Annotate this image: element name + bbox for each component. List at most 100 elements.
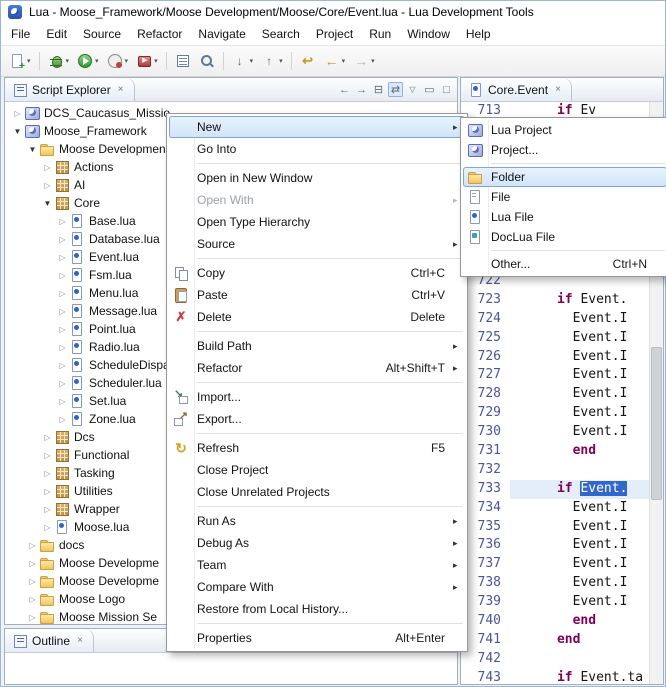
menu-source[interactable]: Source [75, 24, 129, 44]
code-line-729[interactable]: 729Event.I [461, 404, 663, 423]
forward-icon[interactable]: → [354, 82, 369, 97]
menu-item-lua-project[interactable]: Lua Project [463, 120, 666, 140]
menu-item-run-as[interactable]: Run As▸ [169, 510, 465, 532]
menu-item-team[interactable]: Team▸ [169, 554, 465, 576]
expand-arrow-icon[interactable]: ▷ [56, 361, 69, 370]
code-line-725[interactable]: 725Event.I [461, 329, 663, 348]
menu-help[interactable]: Help [458, 24, 499, 44]
code-line-740[interactable]: 740end [461, 612, 663, 631]
debug-button[interactable]: ▾ [45, 51, 73, 71]
expand-arrow-icon[interactable]: ▷ [41, 505, 54, 514]
expand-arrow-icon[interactable]: ▷ [56, 397, 69, 406]
menu-item-debug-as[interactable]: Debug As▸ [169, 532, 465, 554]
expand-arrow-icon[interactable]: ▷ [26, 559, 39, 568]
code-line-737[interactable]: 737Event.I [461, 555, 663, 574]
code-line-730[interactable]: 730Event.I [461, 423, 663, 442]
code-line-735[interactable]: 735Event.I [461, 518, 663, 537]
view-menu-icon[interactable]: ▽ [405, 82, 420, 97]
menu-item-copy[interactable]: CopyCtrl+C [169, 262, 465, 284]
collapse-all-icon[interactable]: ⊟ [371, 82, 386, 97]
scrollbar-thumb[interactable] [651, 347, 662, 501]
code-line-742[interactable]: 742 [461, 650, 663, 669]
expand-arrow-icon[interactable]: ▷ [41, 451, 54, 460]
tab-core-event[interactable]: Core.Event [461, 78, 572, 101]
forward-button[interactable]: ▾ [350, 51, 378, 71]
menu-item-other[interactable]: Other...Ctrl+N [463, 254, 666, 274]
code-line-736[interactable]: 736Event.I [461, 536, 663, 555]
menu-window[interactable]: Window [399, 24, 458, 44]
expand-arrow-icon[interactable]: ▷ [26, 613, 39, 622]
menu-item-go-into[interactable]: Go Into [169, 138, 465, 160]
code-line-732[interactable]: 732 [461, 461, 663, 480]
menu-item-new[interactable]: New▸ [169, 116, 465, 138]
menu-item-delete[interactable]: DeleteDelete [169, 306, 465, 328]
menu-refactor[interactable]: Refactor [129, 24, 190, 44]
menu-item-close-project[interactable]: Close Project [169, 459, 465, 481]
close-tab-icon[interactable] [552, 84, 564, 95]
menu-item-refactor[interactable]: RefactorAlt+Shift+T▸ [169, 357, 465, 379]
expand-arrow-icon[interactable]: ▷ [56, 379, 69, 388]
expand-arrow-icon[interactable]: ▷ [56, 289, 69, 298]
expand-arrow-icon[interactable]: ▷ [41, 523, 54, 532]
menu-item-folder[interactable]: Folder [463, 167, 666, 187]
menu-item-doclua-file[interactable]: DocLua File [463, 227, 666, 247]
menu-item-compare-with[interactable]: Compare With▸ [169, 576, 465, 598]
expand-arrow-icon[interactable]: ▷ [41, 487, 54, 496]
run-button[interactable]: ▾ [74, 51, 102, 71]
menu-item-lua-file[interactable]: Lua File [463, 207, 666, 227]
close-tab-icon[interactable] [74, 635, 86, 646]
collapse-arrow-icon[interactable]: ▼ [41, 199, 54, 208]
expand-arrow-icon[interactable]: ▷ [56, 235, 69, 244]
menu-item-close-unrelated-projects[interactable]: Close Unrelated Projects [169, 481, 465, 503]
menu-file[interactable]: File [3, 24, 38, 44]
menu-item-import[interactable]: Import... [169, 386, 465, 408]
code-line-727[interactable]: 727Event.I [461, 366, 663, 385]
search-button[interactable] [196, 51, 218, 71]
code-line-731[interactable]: 731end [461, 442, 663, 461]
close-tab-icon[interactable] [115, 84, 127, 95]
expand-arrow-icon[interactable]: ▷ [56, 307, 69, 316]
next-annotation-button[interactable]: ▾ [229, 51, 257, 71]
menu-item-project[interactable]: Project... [463, 140, 666, 160]
back-icon[interactable]: ← [337, 82, 352, 97]
collapse-arrow-icon[interactable]: ▼ [26, 145, 39, 154]
expand-arrow-icon[interactable]: ▷ [56, 253, 69, 262]
menu-item-open-type-hierarchy[interactable]: Open Type Hierarchy [169, 211, 465, 233]
code-line-738[interactable]: 738Event.I [461, 574, 663, 593]
expand-arrow-icon[interactable]: ▷ [56, 271, 69, 280]
menu-search[interactable]: Search [254, 24, 308, 44]
link-with-editor-icon[interactable]: ⇄ [388, 82, 403, 97]
menu-item-restore-from-local-history[interactable]: Restore from Local History... [169, 598, 465, 620]
code-line-743[interactable]: 743if Event.ta [461, 669, 663, 685]
expand-arrow-icon[interactable]: ▷ [56, 415, 69, 424]
menu-item-paste[interactable]: PasteCtrl+V [169, 284, 465, 306]
menu-item-build-path[interactable]: Build Path▸ [169, 335, 465, 357]
menu-item-file[interactable]: File [463, 187, 666, 207]
code-line-734[interactable]: 734Event.I [461, 499, 663, 518]
expand-arrow-icon[interactable]: ▷ [56, 217, 69, 226]
expand-arrow-icon[interactable]: ▷ [41, 469, 54, 478]
menu-item-refresh[interactable]: RefreshF5 [169, 437, 465, 459]
code-line-733[interactable]: 733if Event. [461, 480, 663, 499]
code-line-723[interactable]: 723if Event. [461, 291, 663, 310]
menu-navigate[interactable]: Navigate [190, 24, 253, 44]
expand-arrow-icon[interactable]: ▷ [41, 181, 54, 190]
external-tools-button[interactable]: ▾ [133, 51, 161, 71]
collapse-arrow-icon[interactable]: ▼ [11, 127, 24, 136]
code-line-728[interactable]: 728Event.I [461, 385, 663, 404]
new-wizard-button[interactable]: ▾ [6, 51, 34, 71]
last-edit-location-button[interactable] [297, 51, 319, 71]
expand-arrow-icon[interactable]: ▷ [26, 595, 39, 604]
expand-arrow-icon[interactable]: ▷ [41, 433, 54, 442]
maximize-icon[interactable]: □ [439, 82, 454, 97]
minimize-icon[interactable]: ▭ [422, 82, 437, 97]
menu-run[interactable]: Run [361, 24, 399, 44]
back-button[interactable]: ▾ [321, 51, 349, 71]
menu-item-properties[interactable]: PropertiesAlt+Enter [169, 627, 465, 649]
menu-item-open-in-new-window[interactable]: Open in New Window [169, 167, 465, 189]
code-line-739[interactable]: 739Event.I [461, 593, 663, 612]
expand-arrow-icon[interactable]: ▷ [11, 109, 24, 118]
expand-arrow-icon[interactable]: ▷ [56, 325, 69, 334]
expand-arrow-icon[interactable]: ▷ [26, 577, 39, 586]
code-line-741[interactable]: 741end [461, 631, 663, 650]
